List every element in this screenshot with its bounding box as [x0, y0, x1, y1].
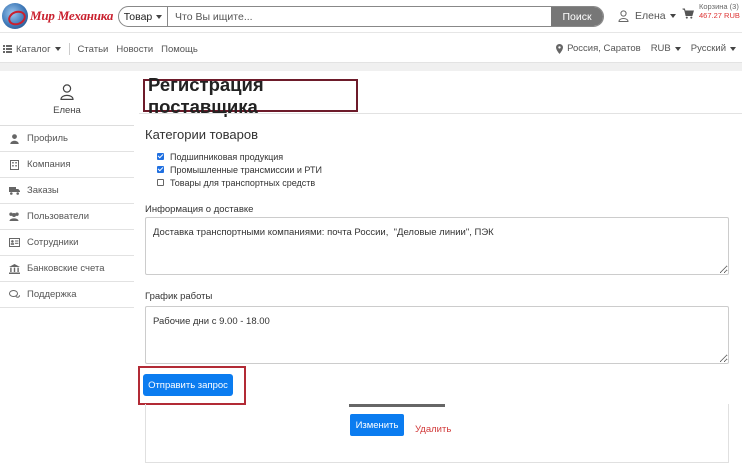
category-option-label: Подшипниковая продукция	[170, 151, 284, 162]
checkbox-checked[interactable]	[157, 153, 164, 160]
logo-globe-icon	[2, 3, 28, 29]
nav-divider	[68, 43, 70, 55]
nav-link-articles[interactable]: Статьи	[78, 44, 109, 55]
sidebar-item-label: Компания	[27, 159, 71, 170]
cart-summary[interactable]: Корзина (3) 467.27 RUB	[699, 2, 740, 20]
sidebar-item-orders[interactable]: Заказы	[0, 178, 134, 204]
header-divider-strip	[0, 62, 742, 71]
chevron-down-icon	[156, 14, 163, 19]
chevron-down-icon	[54, 47, 61, 51]
search-button[interactable]: Поиск	[551, 7, 603, 26]
truck-icon	[8, 185, 20, 197]
category-option-vehicle-goods[interactable]: Товары для транспортных средств	[157, 176, 322, 189]
title-divider	[139, 113, 742, 114]
user-icon	[618, 10, 629, 22]
submit-request-button[interactable]: Отправить запрос	[143, 374, 233, 396]
schedule-textarea[interactable]: Рабочие дни с 9.00 - 18.00	[145, 306, 729, 364]
page-title: Регистрация поставщика	[148, 73, 264, 117]
category-option-label: Товары для транспортных средств	[170, 177, 316, 188]
sidebar-item-bank-accounts[interactable]: Банковские счета	[0, 256, 134, 282]
search-category-select[interactable]: Товар	[119, 7, 168, 26]
sidebar-item-profile[interactable]: Профиль	[0, 126, 134, 152]
sidebar-item-label: Сотрудники	[27, 237, 79, 248]
schedule-label: График работы	[145, 291, 213, 302]
nav-link-help[interactable]: Помощь	[161, 44, 198, 55]
account-sidebar: Елена Профиль Компания Заказы Пользовате…	[0, 76, 134, 463]
cart-sum: 467.27 RUB	[699, 10, 740, 20]
sidebar-item-label: Профиль	[27, 133, 69, 144]
card-scroll-bar	[349, 404, 445, 407]
delete-link[interactable]: Удалить	[415, 424, 451, 435]
user-icon	[8, 133, 20, 145]
sidebar-item-company[interactable]: Компания	[0, 152, 134, 178]
user-name: Елена	[635, 10, 666, 22]
currency-label: RUB	[650, 43, 671, 54]
site-logo[interactable]: Мир Механика	[2, 3, 113, 29]
top-header: Мир Механика Товар Поиск Елена Корзина (…	[0, 0, 742, 33]
edit-button[interactable]: Изменить	[350, 414, 404, 436]
chat-icon	[8, 289, 20, 301]
nav-link-news[interactable]: Новости	[116, 44, 153, 55]
currency-selector[interactable]: RUB	[651, 43, 681, 54]
sidebar-item-support[interactable]: Поддержка	[0, 282, 134, 308]
category-option-transmissions[interactable]: Промышленные трансмиссии и РТИ	[157, 163, 322, 176]
title-highlight-frame: Регистрация поставщика	[143, 74, 358, 117]
sidebar-user-name: Елена	[53, 105, 81, 116]
location-label: Россия, Саратов	[567, 43, 641, 54]
sidebar-item-label: Банковские счета	[27, 263, 105, 274]
building-icon	[8, 159, 20, 171]
search-bar: Товар Поиск	[118, 6, 604, 27]
sidebar-item-employees[interactable]: Сотрудники	[0, 230, 134, 256]
map-pin-icon	[556, 43, 564, 54]
catalog-menu[interactable]: Каталог	[16, 44, 51, 55]
chevron-down-icon	[674, 46, 681, 51]
sidebar-item-label: Заказы	[27, 185, 59, 196]
checkbox-checked[interactable]	[157, 166, 164, 173]
list-icon	[3, 45, 12, 53]
delivery-info-label: Информация о доставке	[145, 204, 254, 215]
users-icon	[8, 211, 20, 223]
sidebar-item-users[interactable]: Пользователи	[0, 204, 134, 230]
search-input[interactable]	[168, 7, 551, 26]
logo-text: Мир Механика	[30, 8, 114, 23]
id-card-icon	[8, 237, 20, 249]
category-option-label: Промышленные трансмиссии и РТИ	[170, 164, 322, 175]
sidebar-user: Елена	[0, 76, 134, 126]
user-menu[interactable]: Елена	[618, 10, 676, 22]
categories-heading: Категории товаров	[145, 127, 259, 142]
search-category-label: Товар	[123, 10, 153, 23]
nav-bar: Каталог Статьи Новости Помощь Россия, Са…	[0, 37, 742, 61]
bank-icon	[8, 263, 20, 275]
delivery-info-textarea[interactable]: Доставка транспортными компаниями: почта…	[145, 217, 729, 275]
checkbox-unchecked[interactable]	[157, 179, 164, 186]
location-selector[interactable]: Россия, Саратов	[556, 43, 641, 54]
category-checkbox-list: Подшипниковая продукция Промышленные тра…	[157, 150, 322, 189]
sidebar-item-label: Пользователи	[27, 211, 90, 222]
language-selector[interactable]: Русский	[691, 43, 736, 54]
category-option-bearings[interactable]: Подшипниковая продукция	[157, 150, 322, 163]
supplier-registration-form: Регистрация поставщика Категории товаров…	[138, 74, 742, 463]
chevron-down-icon	[730, 46, 736, 51]
language-label: Русский	[690, 43, 726, 54]
cart-icon[interactable]	[682, 8, 694, 19]
user-icon	[60, 84, 74, 100]
sidebar-item-label: Поддержка	[27, 289, 77, 300]
chevron-down-icon	[669, 14, 676, 18]
